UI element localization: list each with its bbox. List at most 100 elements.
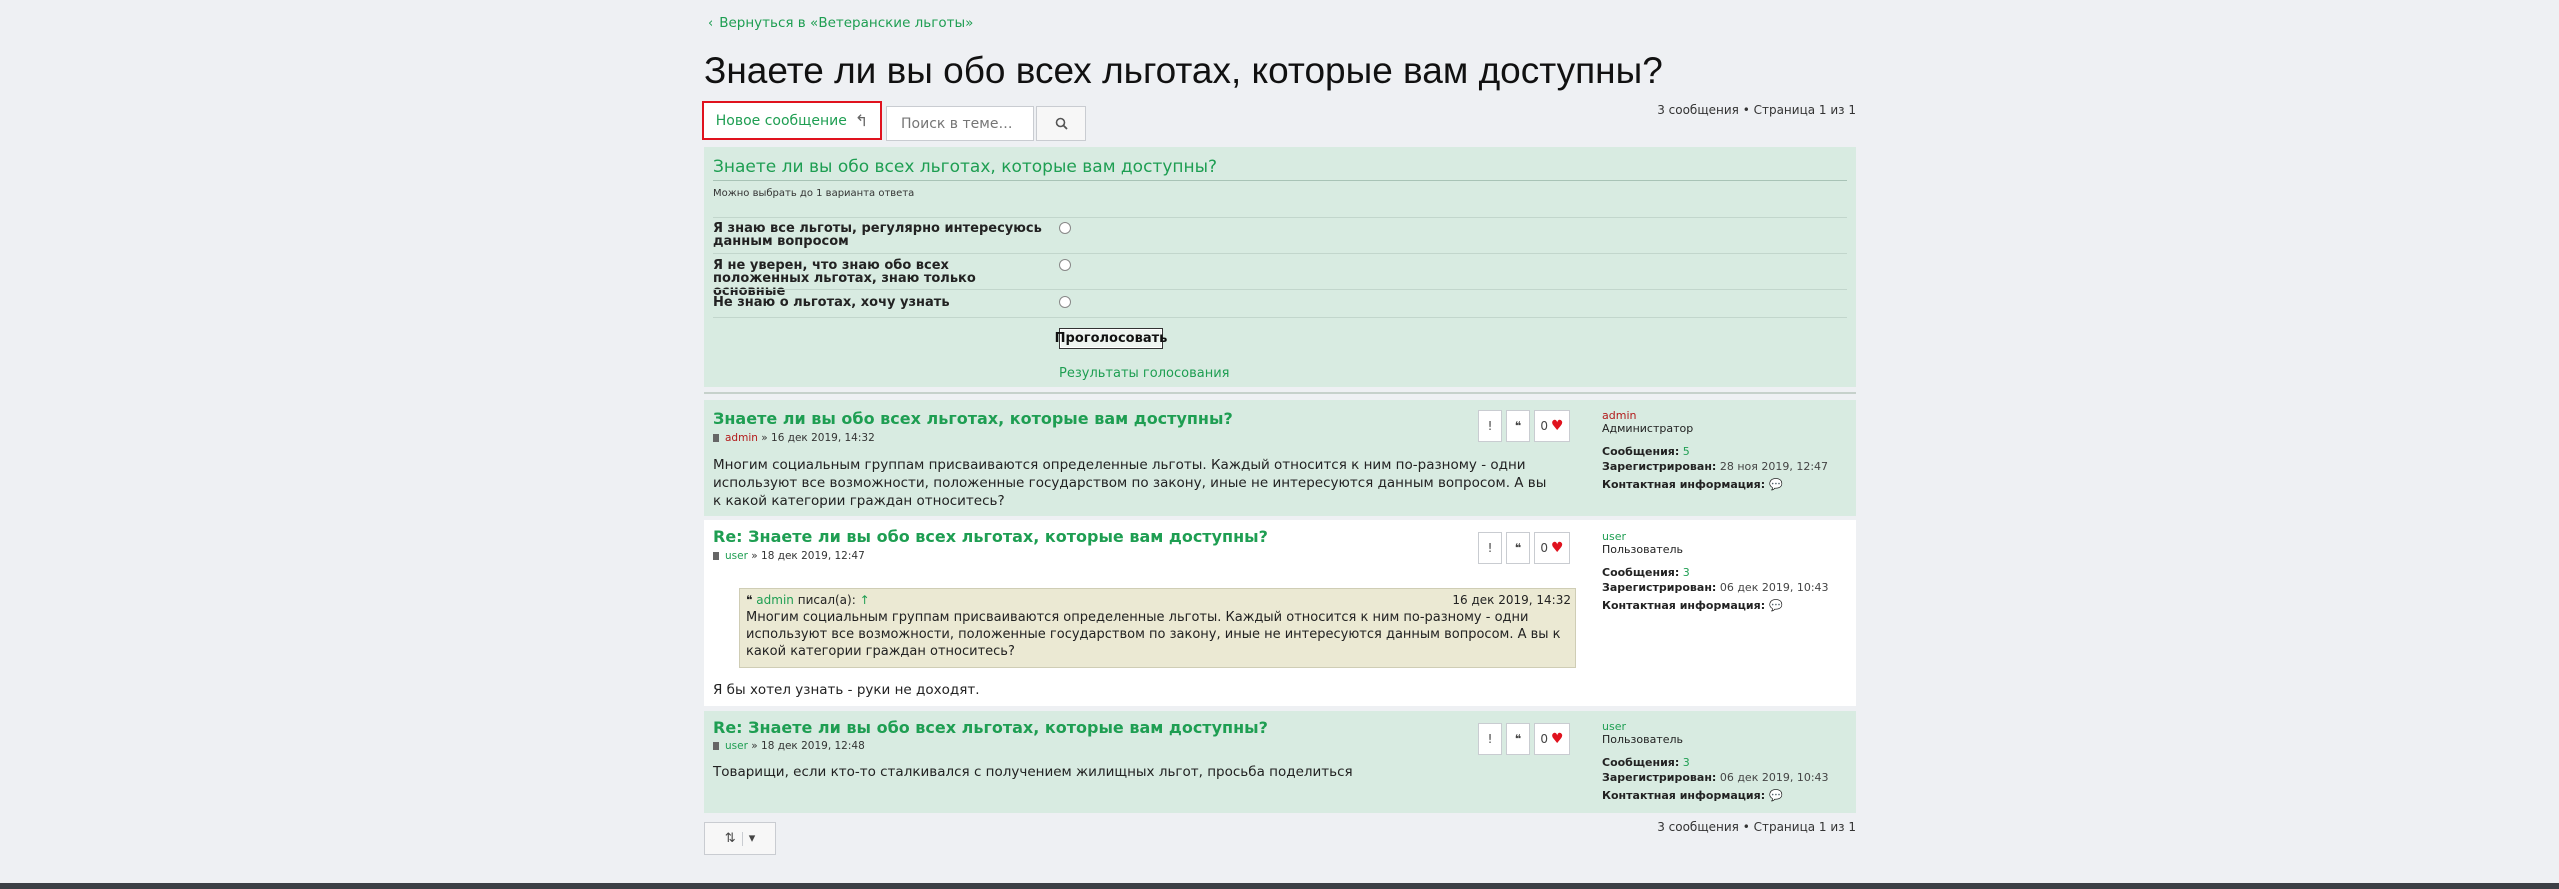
profile-posts-count[interactable]: 3 <box>1683 756 1690 769</box>
like-count: 0 <box>1540 419 1549 433</box>
poll-option-radio-1[interactable] <box>1059 222 1071 234</box>
quote-text: Многим социальным группам присваиваются … <box>746 610 1561 659</box>
like-count: 0 <box>1540 732 1549 746</box>
post-actions: ! ❝ 0 ♥ <box>1478 410 1570 442</box>
chat-bubble-icon[interactable]: 💬 <box>1769 599 1783 612</box>
new-post-label: Новое сообщение <box>715 112 847 129</box>
quote-mark-icon: ❝ <box>746 593 753 607</box>
post-author-link[interactable]: user <box>725 550 748 562</box>
quote-date: 16 дек 2019, 14:32 <box>1452 593 1571 607</box>
poll-option-radio-3[interactable] <box>1059 296 1071 308</box>
profile-reg-date: 28 ноя 2019, 12:47 <box>1719 460 1829 473</box>
profile-name-link[interactable]: admin <box>1602 409 1852 422</box>
chat-bubble-icon[interactable]: 💬 <box>1769 478 1783 491</box>
poll-panel: Знаете ли вы обо всех льготах, которые в… <box>704 147 1856 387</box>
back-link-label: Вернуться в «Ветеранские льготы» <box>719 15 974 31</box>
post-title[interactable]: Знаете ли вы обо всех льготах, которые в… <box>713 409 1233 428</box>
post-meta: user » 18 дек 2019, 12:47 <box>713 550 865 562</box>
sort-options-button[interactable]: ⇅ ▾ <box>704 822 776 855</box>
back-to-forum-link[interactable]: ‹ Вернуться в «Ветеранские льготы» <box>708 15 973 31</box>
quote-block: ❝ admin писал(а): ↑ 16 дек 2019, 14:32 М… <box>739 588 1576 668</box>
profile-reg-label: Зарегистрирован: <box>1602 771 1717 784</box>
profile-name-link[interactable]: user <box>1602 530 1852 543</box>
quote-wrote: писал(а): <box>797 593 856 607</box>
divider <box>713 253 1847 254</box>
heart-icon: ♥ <box>1551 418 1564 434</box>
quote-button[interactable]: ❝ <box>1506 532 1530 564</box>
divider <box>741 831 743 846</box>
post-icon <box>713 742 719 750</box>
post-body: Товарищи, если кто-то сталкивался с полу… <box>713 764 1353 780</box>
post: Re: Знаете ли вы обо всех льготах, котор… <box>704 711 1856 813</box>
sort-icon: ⇅ <box>724 831 736 846</box>
chevron-left-icon: ‹ <box>708 16 714 31</box>
like-button[interactable]: 0 ♥ <box>1534 723 1570 755</box>
quote-author-link[interactable]: admin <box>756 593 794 607</box>
pagination-info: 3 сообщения • Страница 1 из 1 <box>1657 820 1856 834</box>
post-date: » 16 дек 2019, 14:32 <box>761 432 875 444</box>
poll-hint: Можно выбрать до 1 варианта ответа <box>713 188 915 199</box>
poll-title: Знаете ли вы обо всех льготах, которые в… <box>713 157 1218 177</box>
post-meta: admin » 16 дек 2019, 14:32 <box>713 432 875 444</box>
post-date: » 18 дек 2019, 12:48 <box>751 740 865 752</box>
post-title[interactable]: Re: Знаете ли вы обо всех льготах, котор… <box>713 527 1268 546</box>
divider <box>713 289 1847 290</box>
topic-search-input[interactable] <box>886 106 1034 141</box>
poll-option-radio-2[interactable] <box>1059 259 1071 271</box>
search-icon <box>1055 117 1068 130</box>
profile-reg-date: 06 дек 2019, 10:43 <box>1719 581 1829 594</box>
post-actions: ! ❝ 0 ♥ <box>1478 723 1570 755</box>
post: Re: Знаете ли вы обо всех льготах, котор… <box>704 520 1856 706</box>
profile-reg-label: Зарегистрирован: <box>1602 581 1717 594</box>
post-meta: user » 18 дек 2019, 12:48 <box>713 740 865 752</box>
profile-rank: Пользователь <box>1602 733 1684 746</box>
profile-posts-label: Сообщения: <box>1602 756 1680 769</box>
quote-jump-link[interactable]: ↑ <box>860 593 870 607</box>
profile-posts-label: Сообщения: <box>1602 445 1680 458</box>
profile-reg-date: 06 дек 2019, 10:43 <box>1719 771 1829 784</box>
heart-icon: ♥ <box>1551 540 1564 556</box>
like-button[interactable]: 0 ♥ <box>1534 410 1570 442</box>
divider <box>713 217 1847 218</box>
quote-icon: ❝ <box>1514 419 1522 433</box>
report-button[interactable]: ! <box>1478 410 1502 442</box>
exclamation-icon: ! <box>1487 419 1493 433</box>
post-icon <box>713 552 719 560</box>
quote-icon: ❝ <box>1514 732 1522 746</box>
new-post-button[interactable]: Новое сообщение ↰ <box>702 101 882 140</box>
poll-results-link[interactable]: Результаты голосования <box>1059 366 1229 381</box>
profile-name-link[interactable]: user <box>1602 720 1852 733</box>
heart-icon: ♥ <box>1551 731 1564 747</box>
profile-posts-label: Сообщения: <box>1602 566 1680 579</box>
post-date: » 18 дек 2019, 12:47 <box>751 550 865 562</box>
like-button[interactable]: 0 ♥ <box>1534 532 1570 564</box>
profile-contact-label: Контактная информация: <box>1602 599 1766 612</box>
profile-contact-label: Контактная информация: <box>1602 789 1766 802</box>
post-body: Я бы хотел узнать - руки не доходят. <box>713 682 980 698</box>
poll-option-label: Я не уверен, что знаю обо всех положенны… <box>713 258 976 299</box>
profile-posts-count[interactable]: 3 <box>1683 566 1690 579</box>
divider <box>713 180 1847 181</box>
search-button[interactable] <box>1036 106 1086 141</box>
chat-bubble-icon[interactable]: 💬 <box>1769 789 1783 802</box>
quote-button[interactable]: ❝ <box>1506 410 1530 442</box>
post-profile: admin Администратор Сообщения: 5 Зарегис… <box>1602 409 1852 491</box>
quote-button[interactable]: ❝ <box>1506 723 1530 755</box>
report-button[interactable]: ! <box>1478 723 1502 755</box>
poll-option-label: Не знаю о льготах, хочу узнать <box>713 295 950 310</box>
profile-posts-count[interactable]: 5 <box>1683 445 1690 458</box>
vote-button[interactable]: Проголосовать <box>1055 328 1167 349</box>
footer-bar <box>0 883 2559 889</box>
report-button[interactable]: ! <box>1478 532 1502 564</box>
post-profile: user Пользователь Сообщения: 3 Зарегистр… <box>1602 530 1852 612</box>
profile-rank: Администратор <box>1602 422 1694 435</box>
post-title[interactable]: Re: Знаете ли вы обо всех льготах, котор… <box>713 718 1268 737</box>
like-count: 0 <box>1540 541 1549 555</box>
profile-rank: Пользователь <box>1602 543 1684 556</box>
post-author-link[interactable]: admin <box>725 432 758 444</box>
quote-header: ❝ admin писал(а): ↑ <box>746 593 870 607</box>
post-profile: user Пользователь Сообщения: 3 Зарегистр… <box>1602 720 1852 802</box>
post-author-link[interactable]: user <box>725 740 748 752</box>
exclamation-icon: ! <box>1487 732 1493 746</box>
caret-down-icon: ▾ <box>748 831 756 846</box>
